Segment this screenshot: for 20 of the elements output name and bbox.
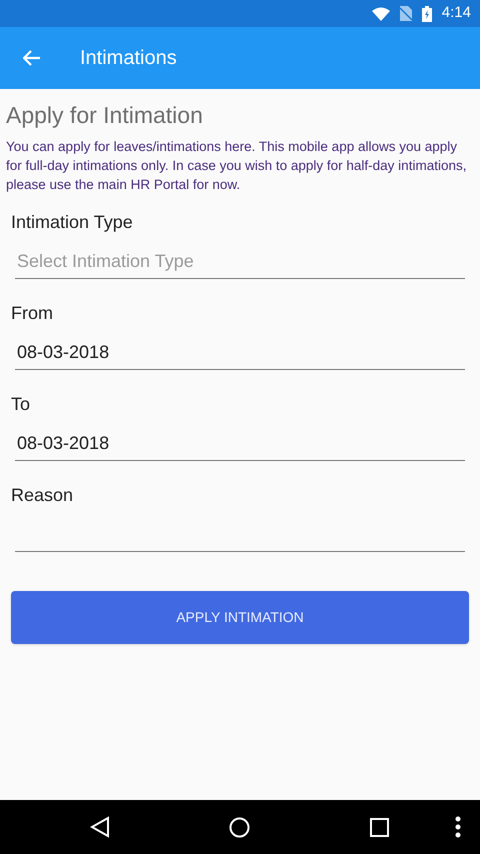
battery-charging-icon bbox=[422, 6, 432, 22]
wifi-icon bbox=[372, 6, 390, 20]
input-field[interactable]: 08-03-2018 bbox=[15, 336, 465, 370]
home-icon[interactable] bbox=[229, 817, 250, 838]
back-arrow-icon bbox=[23, 50, 41, 66]
field-label: From bbox=[11, 302, 54, 324]
form-heading: Apply for Intimation bbox=[6, 101, 204, 130]
input-field[interactable]: 08-03-2018 bbox=[15, 426, 465, 460]
no-sim-icon bbox=[400, 6, 412, 21]
input-field[interactable]: Select Intimation Type bbox=[15, 244, 465, 278]
app-bar-title: Intimations bbox=[80, 46, 177, 71]
description-text: You can apply for leaves/intimations here. This mobile app allows you apply for full-day intimations only. In case you wish to apply for half-day intimations, please use the main HR Portal for now. bbox=[6, 138, 468, 194]
field-label: Reason bbox=[11, 484, 74, 506]
apply-intimation-button[interactable]: APPLY INTIMATION bbox=[11, 590, 469, 644]
status-time: 4:14 bbox=[442, 3, 471, 24]
field-label: To bbox=[11, 392, 32, 414]
recents-icon[interactable] bbox=[370, 818, 389, 837]
field-label: Intimation Type bbox=[11, 210, 134, 232]
back-icon[interactable] bbox=[90, 816, 110, 838]
more-icon[interactable] bbox=[455, 816, 461, 838]
